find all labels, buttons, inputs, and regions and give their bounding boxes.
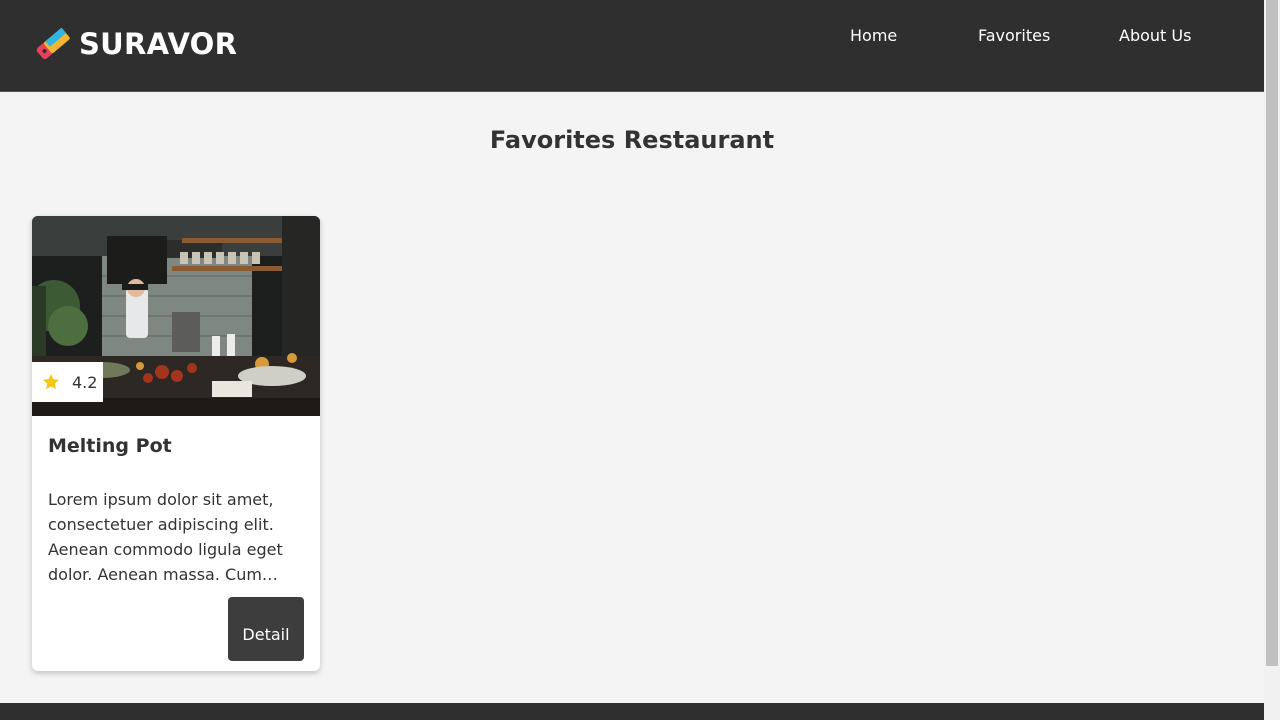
navbar: SURAVOR Home Favorites About Us	[0, 0, 1264, 92]
rating-value: 4.2	[72, 372, 98, 392]
nav-link-favorites[interactable]: Favorites	[978, 24, 1050, 47]
rating-badge: 4.2	[32, 362, 103, 402]
restaurant-name: Melting Pot	[48, 435, 172, 457]
vertical-scrollbar[interactable]	[1264, 0, 1280, 720]
restaurant-description: Lorem ipsum dolor sit amet, consectetuer…	[48, 490, 283, 584]
scrollbar-thumb[interactable]	[1266, 0, 1278, 666]
nav-link-about-us[interactable]: About Us	[1119, 24, 1191, 47]
page-viewport: SURAVOR Home Favorites About Us Favorite…	[0, 0, 1264, 720]
nav-link-home[interactable]: Home	[850, 24, 897, 47]
restaurant-card: 4.2 Melting Pot Lorem ipsum dolor sit am…	[32, 216, 320, 671]
main-nav: Home Favorites About Us	[0, 0, 1264, 92]
page-title: Favorites Restaurant	[489, 126, 775, 154]
footer	[0, 703, 1264, 720]
star-icon	[43, 374, 59, 390]
detail-button[interactable]: Detail	[228, 597, 304, 661]
